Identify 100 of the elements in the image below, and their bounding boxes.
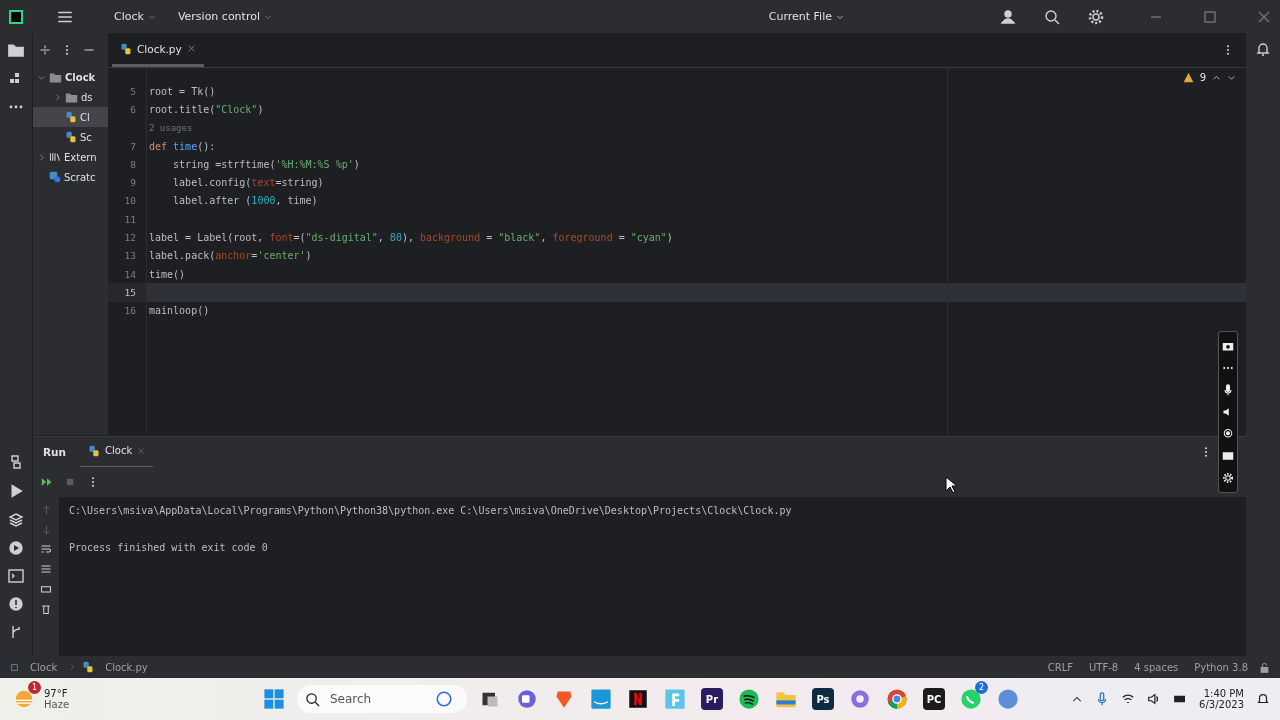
clock[interactable]: 1:40 PM 6/3/2023	[1199, 688, 1244, 710]
status-item[interactable]: CRLF	[1042, 661, 1078, 673]
wrap-icon[interactable]	[40, 543, 52, 555]
warning-count[interactable]: 9	[1199, 72, 1206, 83]
temperature: 97°F	[44, 688, 69, 699]
chevron-right-icon	[68, 663, 77, 671]
tree-item[interactable]: ds	[33, 87, 108, 107]
python-file-icon	[82, 661, 95, 673]
chevron-right-icon	[53, 92, 62, 102]
folder-icon[interactable]	[7, 41, 25, 59]
app-icon	[664, 688, 686, 710]
browser-icon	[886, 688, 908, 710]
console-output: Process finished with exit code 0	[69, 541, 269, 555]
code-line: root.title("Clock")	[148, 102, 265, 117]
line-number: 16	[123, 304, 137, 319]
search-field[interactable]: Search	[328, 691, 427, 707]
expand-icon[interactable]	[39, 44, 51, 56]
run-config-dropdown[interactable]: Current File	[762, 7, 850, 26]
line-number: 12	[123, 231, 137, 245]
trash-icon[interactable]	[40, 603, 52, 615]
search-icon[interactable]	[1044, 8, 1060, 25]
services-icon[interactable]	[8, 540, 24, 556]
torrent-app-icon	[997, 688, 1019, 710]
video-app-icon	[590, 688, 612, 710]
terminal-icon[interactable]	[8, 568, 24, 584]
music-app-icon	[738, 688, 760, 710]
line-number: 6	[129, 102, 137, 117]
search-bar[interactable]: Search	[297, 685, 467, 713]
usages-hint[interactable]: 2 usages	[149, 122, 193, 133]
line-number: 9	[129, 176, 137, 191]
status-item[interactable]: UTF-8	[1084, 661, 1124, 673]
code-line: time()	[148, 267, 187, 282]
settings-icon[interactable]	[1088, 8, 1104, 25]
layers-icon[interactable]	[8, 512, 24, 528]
tree-item[interactable]: Scratc	[33, 167, 108, 187]
swirl-app-icon	[850, 689, 870, 709]
scroll-end-icon[interactable]	[40, 563, 52, 575]
window-icon[interactable]	[1222, 450, 1234, 462]
code-line: root = Tk()	[148, 84, 217, 99]
weather-condition: Haze	[44, 699, 70, 710]
line-number: 7	[129, 139, 137, 154]
breadcrumb[interactable]: Clock.py	[100, 661, 153, 673]
rerun-icon[interactable]	[41, 476, 53, 488]
problems-icon[interactable]	[8, 596, 24, 612]
project-dropdown[interactable]: Clock	[108, 7, 162, 26]
close-icon[interactable]	[186, 44, 196, 53]
line-number: 13	[123, 249, 137, 264]
warning-icon[interactable]	[1182, 72, 1194, 83]
webcam-icon[interactable]	[1222, 428, 1234, 440]
panel-title: Run	[43, 446, 67, 458]
code-line: label.after (1000, time)	[172, 194, 319, 209]
ide-logo-icon[interactable]	[8, 8, 24, 25]
file-tab[interactable]: Clock.py	[112, 33, 204, 67]
chat-bubble-icon	[435, 690, 453, 708]
notification-badge: 1	[28, 681, 41, 694]
library-icon	[49, 151, 61, 163]
folder-icon	[49, 70, 62, 84]
wifi-icon[interactable]	[1121, 692, 1136, 706]
tree-item[interactable]: Clock	[33, 67, 108, 87]
notification-badge: 2	[975, 681, 988, 694]
bell-icon[interactable]	[1256, 692, 1270, 706]
chevron-down-icon[interactable]	[1227, 73, 1236, 82]
camera-icon[interactable]	[1222, 340, 1234, 352]
tree-item[interactable]: Cl	[33, 107, 108, 127]
windows-logo-icon	[263, 688, 285, 710]
vcs-dropdown[interactable]: Version control	[171, 7, 278, 26]
code-line: label.config(text=string)	[172, 176, 325, 191]
python-file-icon	[88, 444, 101, 457]
line-number: 10	[123, 194, 137, 209]
user-icon[interactable]	[1000, 8, 1016, 25]
tree-item[interactable]: Sc	[33, 127, 108, 147]
print-icon[interactable]	[40, 583, 52, 595]
lock-icon[interactable]	[1259, 661, 1270, 673]
taskbar-app[interactable]: Pr	[698, 685, 726, 713]
line-number: 11	[123, 212, 137, 227]
line-number: 15	[108, 283, 146, 302]
python-file-icon	[65, 131, 77, 143]
breadcrumb[interactable]: Clock	[25, 661, 63, 673]
taskbar-app[interactable]: Ps	[809, 685, 837, 713]
tree-item[interactable]: Extern	[33, 147, 108, 167]
lion-shield-icon	[554, 689, 574, 709]
python-console-icon[interactable]	[8, 454, 24, 470]
status-item[interactable]: Python 3.8	[1189, 661, 1253, 673]
console-output: C:\Users\msiva\AppData\Local\Programs\Python\Python38\python.exe C:\Users\msiva\OneDrive\Desktop\Projects\Clock\Clock.py	[69, 505, 793, 518]
status-item[interactable]: 4 spaces	[1129, 661, 1184, 673]
streaming-app-icon	[628, 689, 648, 709]
taskbar-app[interactable]: PC	[920, 685, 948, 713]
line-number: 8	[129, 157, 137, 172]
microphone-icon[interactable]	[1222, 384, 1234, 396]
chevron-up-icon[interactable]	[1212, 73, 1221, 82]
notifications-icon[interactable]	[1255, 41, 1271, 57]
python-file-icon	[65, 111, 77, 123]
python-file-icon	[120, 42, 132, 55]
line-number: 14	[123, 267, 137, 282]
video-chat-icon	[517, 689, 537, 709]
mouse-cursor-icon	[945, 476, 957, 494]
code-line: label = Label(root, font=("ds-digital", 80), background = "black", foreground = "cyan")	[148, 231, 674, 245]
module-icon	[10, 662, 19, 672]
code-line: def time():	[148, 139, 217, 154]
sun-haze-icon	[13, 688, 35, 710]
